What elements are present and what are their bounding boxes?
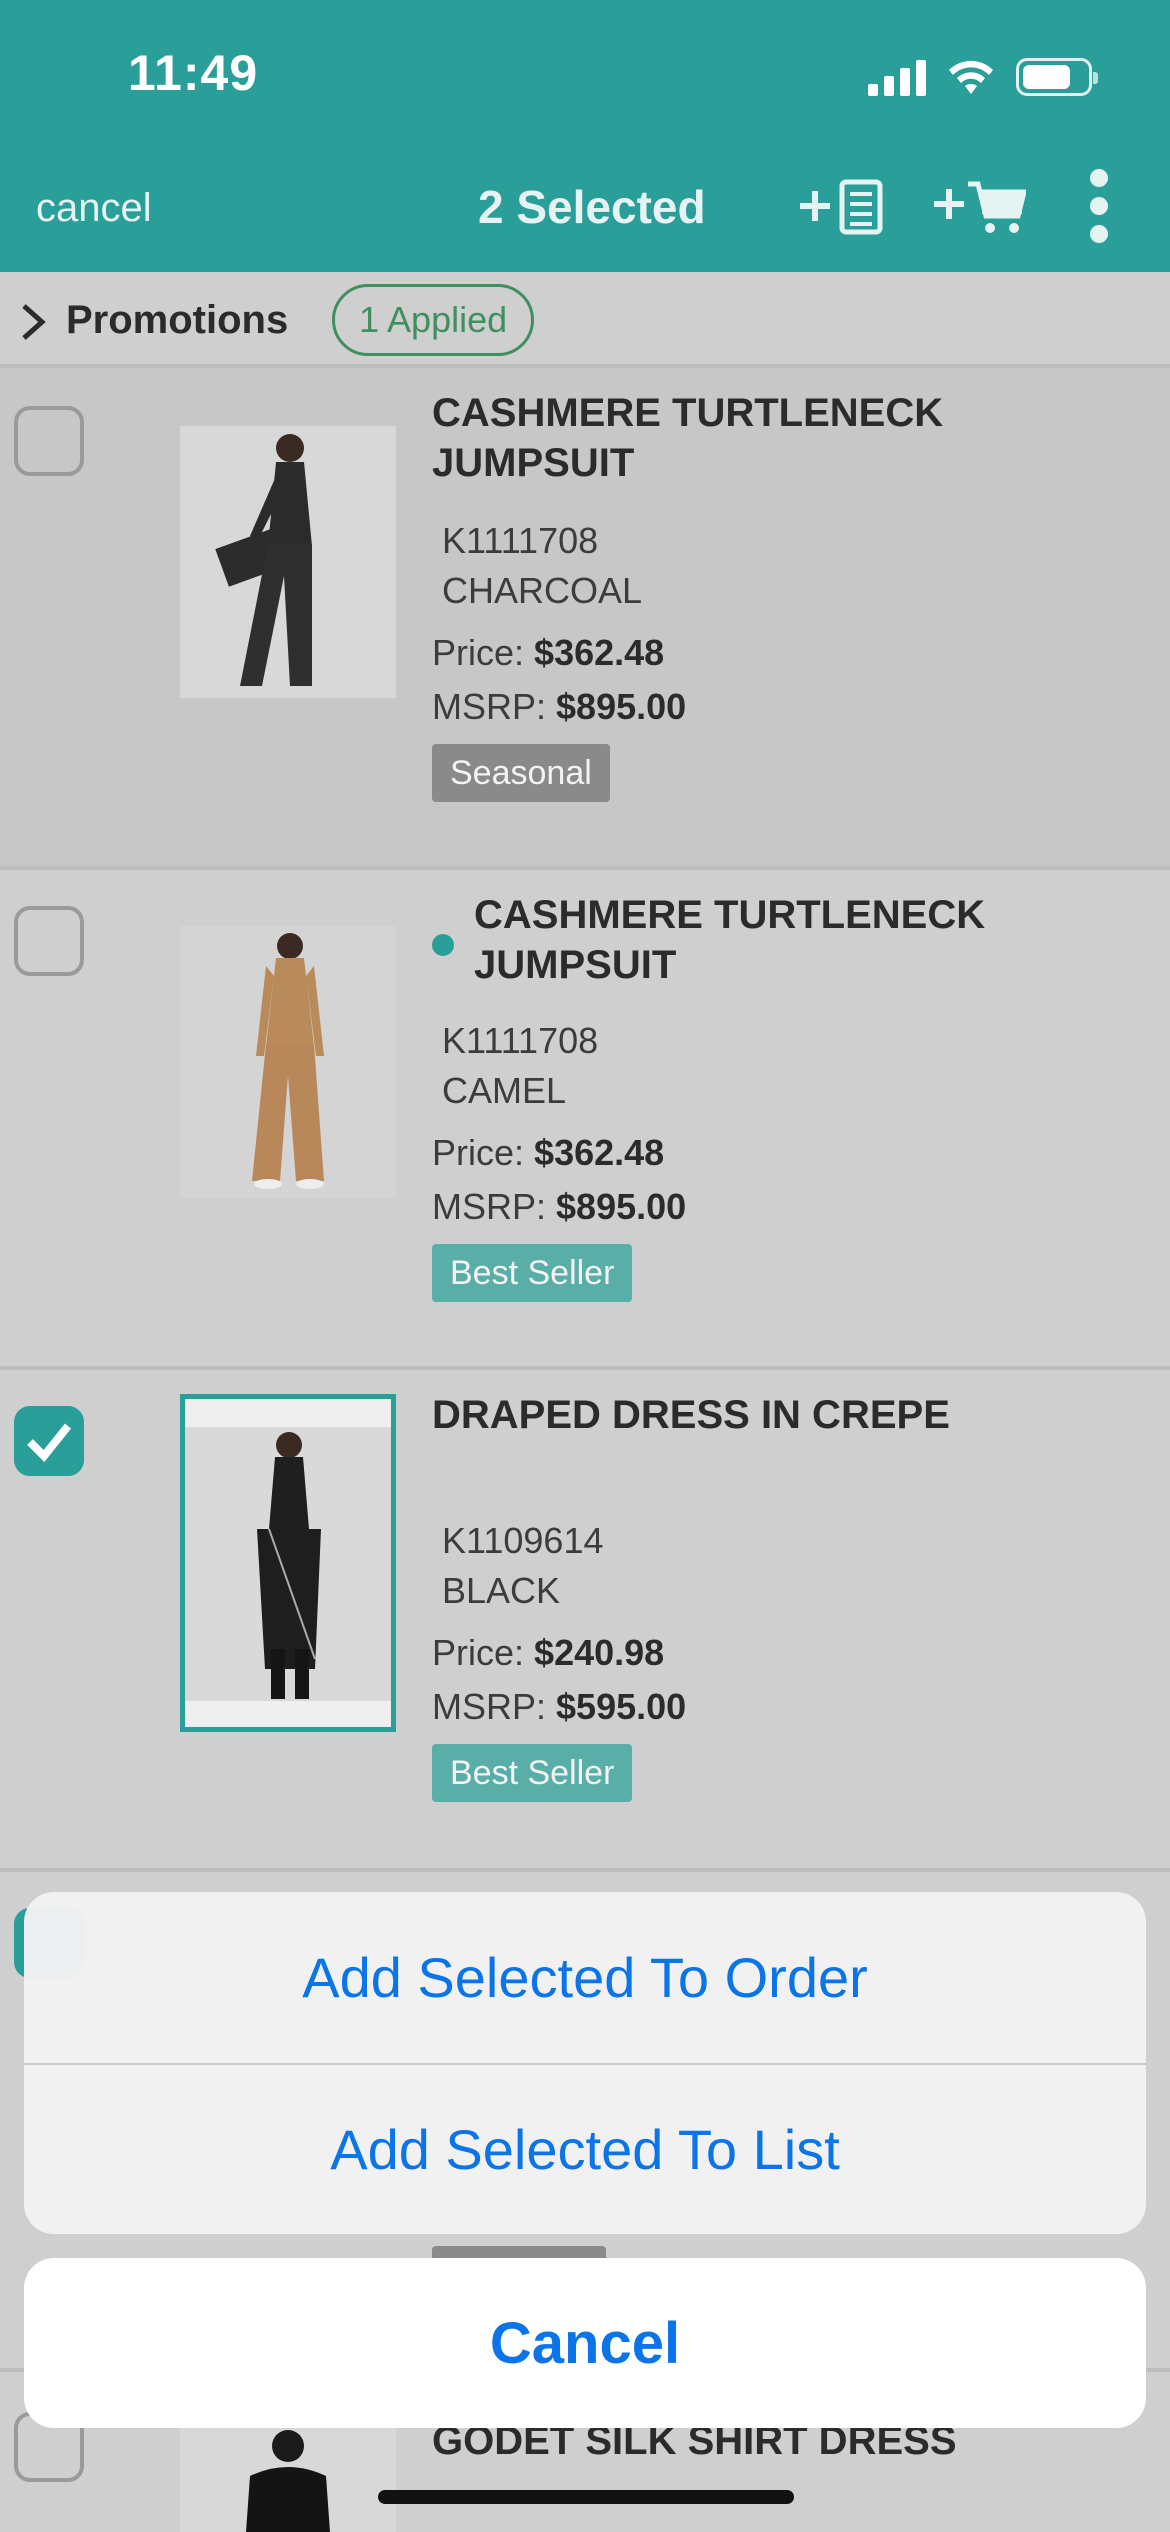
- add-selected-to-list-button[interactable]: Add Selected To List: [24, 2063, 1146, 2234]
- promotions-label: Promotions: [66, 298, 289, 342]
- product-checkbox-checked[interactable]: [14, 1406, 84, 1476]
- product-name[interactable]: DRAPED DRESS IN CREPE: [432, 1390, 1072, 1440]
- add-list-icon: [800, 179, 883, 235]
- product-image[interactable]: [180, 1394, 396, 1732]
- price-label: Price:: [432, 632, 525, 673]
- add-to-cart-button[interactable]: [930, 176, 1026, 236]
- promotions-applied-badge: 1 Applied: [332, 284, 535, 356]
- product-row[interactable]: DRAPED DRESS IN CREPE K1109614 BLACK Pri…: [0, 1370, 1170, 1872]
- product-tag: Best Seller: [432, 1244, 633, 1302]
- add-to-list-button[interactable]: [796, 176, 886, 236]
- product-sku: K1111708: [442, 1020, 599, 1061]
- battery-icon: [1016, 58, 1098, 96]
- msrp-label: MSRP:: [432, 1686, 547, 1727]
- add-selected-to-order-button[interactable]: Add Selected To Order: [24, 1892, 1146, 2063]
- product-image[interactable]: [180, 426, 396, 698]
- product-name[interactable]: CASHMERE TURTLENECK JUMPSUIT: [474, 890, 1114, 990]
- home-indicator[interactable]: [378, 2490, 794, 2504]
- add-cart-icon: [934, 181, 1026, 233]
- more-options-button[interactable]: [1084, 169, 1114, 243]
- msrp-value: $895.00: [556, 1186, 687, 1227]
- product-msrp: MSRP: $595.00: [432, 1686, 686, 1728]
- product-tag: Seasonal: [432, 744, 610, 802]
- status-time: 11:49: [128, 45, 259, 101]
- price-value: $362.48: [534, 632, 665, 673]
- action-sheet: Add Selected To Order Add Selected To Li…: [24, 1892, 1146, 2234]
- product-color: BLACK: [442, 1570, 561, 1611]
- product-color: CAMEL: [442, 1070, 567, 1111]
- product-sku: K1111708: [442, 520, 599, 561]
- top-bar: 11:49 cancel 2 Selected: [0, 0, 1170, 272]
- promotions-bar[interactable]: Promotions 1 Applied: [0, 272, 1170, 368]
- msrp-label: MSRP:: [432, 1186, 547, 1227]
- action-sheet-cancel-button[interactable]: Cancel: [24, 2258, 1146, 2428]
- product-row[interactable]: CASHMERE TURTLENECK JUMPSUIT K1111708 CA…: [0, 870, 1170, 1370]
- msrp-label: MSRP:: [432, 686, 547, 727]
- product-tag: Best Seller: [432, 1744, 633, 1802]
- cancel-selection-button[interactable]: cancel: [36, 186, 152, 231]
- product-row[interactable]: CASHMERE TURTLENECK JUMPSUIT K1111708 CH…: [0, 368, 1170, 870]
- price-label: Price:: [432, 1632, 525, 1673]
- more-vertical-icon: [1090, 169, 1108, 243]
- checkmark-icon: [27, 1423, 72, 1462]
- new-item-dot-icon: [432, 934, 454, 956]
- cellular-signal-icon: [868, 58, 926, 96]
- chevron-right-icon: [22, 304, 46, 340]
- product-checkbox[interactable]: [14, 906, 84, 976]
- product-color: CHARCOAL: [442, 570, 643, 611]
- msrp-value: $595.00: [556, 1686, 687, 1727]
- selection-count-title: 2 Selected: [478, 181, 706, 233]
- product-checkbox[interactable]: [14, 406, 84, 476]
- product-name[interactable]: CASHMERE TURTLENECK JUMPSUIT: [432, 388, 1072, 488]
- product-sku: K1109614: [442, 1520, 604, 1561]
- msrp-value: $895.00: [556, 686, 687, 727]
- product-price: Price: $362.48: [432, 1132, 664, 1174]
- price-label: Price:: [432, 1132, 525, 1173]
- price-value: $240.98: [534, 1632, 665, 1673]
- price-value: $362.48: [534, 1132, 665, 1173]
- product-image[interactable]: [180, 926, 396, 1198]
- product-msrp: MSRP: $895.00: [432, 686, 686, 728]
- status-icons: [868, 56, 1098, 96]
- product-price: Price: $240.98: [432, 1632, 664, 1674]
- product-image[interactable]: [180, 2422, 396, 2532]
- product-price: Price: $362.48: [432, 632, 664, 674]
- wifi-icon: [949, 60, 993, 94]
- product-msrp: MSRP: $895.00: [432, 1186, 686, 1228]
